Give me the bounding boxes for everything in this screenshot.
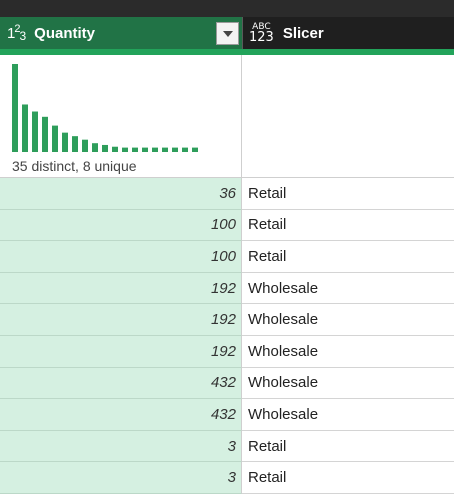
slicer-cell[interactable]: Retail bbox=[242, 210, 454, 242]
table-row: 100 Retail bbox=[0, 241, 454, 273]
histogram-bar[interactable] bbox=[112, 146, 118, 152]
slicer-cell[interactable]: Retail bbox=[242, 431, 454, 463]
histogram-bar[interactable] bbox=[62, 132, 68, 152]
value-distribution-histogram bbox=[12, 64, 198, 152]
distinct-unique-summary: 35 distinct, 8 unique bbox=[12, 158, 137, 174]
table-row: 36 Retail bbox=[0, 178, 454, 210]
column-header-label: Quantity bbox=[34, 24, 95, 42]
histogram-bar[interactable] bbox=[32, 111, 38, 152]
quantity-cell[interactable]: 192 bbox=[0, 272, 242, 305]
column-header-label: Slicer bbox=[282, 24, 324, 42]
table-row: 192 Wholesale bbox=[0, 272, 454, 305]
slicer-cell[interactable]: Retail bbox=[242, 462, 454, 494]
number-type-icon[interactable]: 123 bbox=[7, 24, 26, 43]
filter-dropdown-button[interactable] bbox=[216, 22, 239, 45]
any-type-icon[interactable]: ABC 123 bbox=[249, 22, 274, 44]
slicer-cell[interactable]: Wholesale bbox=[242, 368, 454, 400]
slicer-cell[interactable]: Wholesale bbox=[242, 273, 454, 305]
table-row: 3 Retail bbox=[0, 462, 454, 494]
histogram-bar[interactable] bbox=[132, 147, 138, 152]
slicer-cell[interactable]: Wholesale bbox=[242, 399, 454, 431]
histogram-bar[interactable] bbox=[182, 147, 188, 152]
histogram-bar[interactable] bbox=[192, 147, 198, 152]
table-row: 192 Wholesale bbox=[0, 335, 454, 368]
quantity-cell[interactable]: 100 bbox=[0, 241, 242, 273]
histogram-bar[interactable] bbox=[142, 147, 148, 152]
table-row: 3 Retail bbox=[0, 430, 454, 463]
slicer-cell[interactable]: Wholesale bbox=[242, 304, 454, 336]
histogram-bar[interactable] bbox=[22, 104, 28, 152]
table-row: 432 Wholesale bbox=[0, 367, 454, 400]
slicer-cell[interactable]: Retail bbox=[242, 178, 454, 210]
histogram-bar[interactable] bbox=[162, 147, 168, 152]
slicer-cell[interactable]: Retail bbox=[242, 241, 454, 273]
chevron-down-icon bbox=[222, 30, 233, 37]
slicer-cell[interactable]: Wholesale bbox=[242, 336, 454, 368]
column-header-slicer[interactable]: ABC 123 Slicer bbox=[242, 17, 454, 49]
quantity-cell[interactable]: 192 bbox=[0, 335, 242, 368]
histogram-bar[interactable] bbox=[72, 136, 78, 152]
histogram-bar[interactable] bbox=[82, 139, 88, 152]
histogram-bar[interactable] bbox=[92, 143, 98, 152]
histogram-bar[interactable] bbox=[122, 147, 128, 152]
histogram-bar[interactable] bbox=[102, 144, 108, 152]
table-row: 192 Wholesale bbox=[0, 304, 454, 336]
table-row: 100 Retail bbox=[0, 209, 454, 242]
quantity-cell[interactable]: 3 bbox=[0, 462, 242, 494]
column-profile-quantity: 35 distinct, 8 unique bbox=[0, 55, 242, 178]
toolbar-strip bbox=[0, 0, 454, 17]
quantity-cell[interactable]: 432 bbox=[0, 399, 242, 431]
data-grid: 36 Retail 100 Retail 100 Retail 192 Wholesale 19… bbox=[0, 178, 454, 494]
histogram-bar[interactable] bbox=[12, 64, 18, 152]
quantity-cell[interactable]: 432 bbox=[0, 367, 242, 400]
quantity-cell[interactable]: 192 bbox=[0, 304, 242, 336]
quantity-cell[interactable]: 36 bbox=[0, 178, 242, 210]
quantity-cell[interactable]: 3 bbox=[0, 430, 242, 463]
quantity-cell[interactable]: 100 bbox=[0, 209, 242, 242]
histogram-bar[interactable] bbox=[42, 116, 48, 152]
histogram-bar[interactable] bbox=[152, 147, 158, 152]
histogram-bar[interactable] bbox=[52, 125, 58, 152]
column-header-quantity[interactable]: 123 Quantity bbox=[0, 17, 242, 49]
column-profile-slicer bbox=[242, 55, 454, 178]
histogram-bar[interactable] bbox=[172, 147, 178, 152]
table-row: 432 Wholesale bbox=[0, 399, 454, 431]
